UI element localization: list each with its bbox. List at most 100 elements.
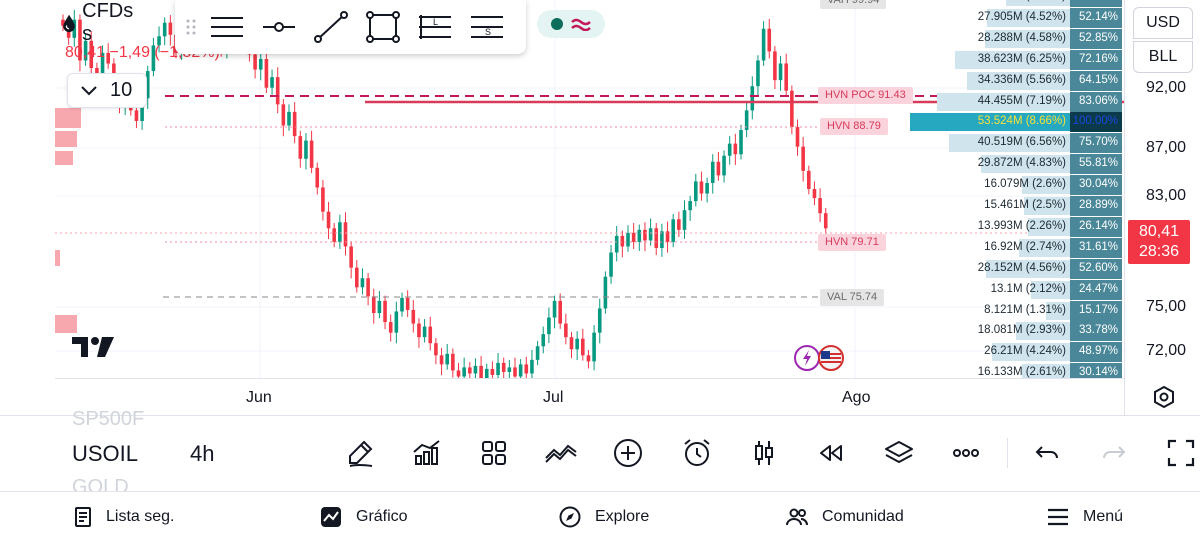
candle-body — [304, 140, 308, 159]
dot-icon — [551, 18, 563, 30]
rectangle-tool-button[interactable] — [357, 5, 409, 49]
volume-profile: 25.709M (4.17%) 40.10% 27.905M (4.52%) 52.1… — [907, 0, 1122, 378]
drag-handle-icon[interactable] — [181, 12, 201, 42]
candle-body — [558, 300, 562, 324]
compass-icon — [559, 506, 581, 527]
currency-selector[interactable]: USD — [1133, 7, 1193, 39]
interval-selector[interactable]: 10 — [67, 73, 147, 108]
candle-body — [281, 104, 286, 126]
candle-body — [654, 228, 659, 248]
candle-body — [609, 252, 613, 277]
event-icons[interactable] — [793, 344, 851, 372]
chart-settings-button[interactable] — [1150, 383, 1178, 411]
people-icon — [786, 508, 808, 525]
alert-button[interactable] — [680, 436, 714, 470]
volume-percent: 33.78% — [1078, 324, 1118, 337]
unit-selector[interactable]: BLL — [1133, 41, 1193, 73]
candle-body — [699, 181, 704, 194]
volume-profile-row: 16.92M (2.74%) 31.61% — [907, 237, 1122, 258]
candle-body — [366, 278, 370, 297]
price-label: 72,00 — [1145, 342, 1186, 359]
nav-chart-label: Gráfico — [356, 507, 408, 525]
candle-body — [507, 367, 512, 372]
symbol-title[interactable]: CFDs s — [60, 0, 137, 45]
trend-line-tool-button[interactable] — [305, 5, 357, 49]
volume-value: 44.455M (7.19%) — [977, 94, 1066, 107]
volume-percent: 30.14% — [1078, 366, 1118, 378]
candle-body — [309, 140, 314, 168]
short-position-tool-button[interactable]: S — [461, 5, 513, 49]
nav-watchlist[interactable]: Lista seg. — [74, 492, 174, 540]
volume-value: 25.709M (4.17%) — [978, 0, 1066, 2]
candle-body — [575, 338, 579, 350]
indicators-button[interactable] — [410, 436, 444, 470]
symbol-prev[interactable]: SP500F — [72, 408, 144, 431]
nav-watchlist-label: Lista seg. — [106, 507, 175, 525]
short-position-icon: S — [471, 16, 503, 38]
candle-body — [275, 77, 280, 105]
chart-type-button[interactable] — [747, 436, 781, 470]
add-button[interactable] — [611, 436, 645, 470]
replay-button[interactable] — [814, 436, 848, 470]
candle-body — [603, 276, 608, 309]
candle-body — [761, 28, 766, 61]
candle-body — [620, 235, 625, 247]
volume-profile-row: 28.152M (4.56%) 52.60% — [907, 258, 1122, 279]
candle-body — [773, 51, 777, 81]
drawing-tools-button[interactable] — [344, 436, 378, 470]
candle-body — [812, 189, 817, 199]
chart-icon — [321, 506, 341, 527]
nav-chart[interactable]: Gráfico — [320, 492, 408, 540]
volume-percent: 100.00% — [1072, 115, 1118, 128]
candle-body — [355, 267, 359, 288]
time-axis[interactable]: Jun Jul Ago — [55, 378, 1124, 415]
volume-profile-row: 44.455M (7.19%) 83.06% — [907, 91, 1122, 112]
candle-body — [496, 362, 500, 375]
long-position-icon: L — [419, 15, 451, 39]
nav-menu[interactable]: Menú — [1047, 492, 1123, 540]
candle-body — [405, 297, 410, 310]
volume-percent: 40.10% — [1079, 0, 1118, 2]
volume-value: 18.081M (2.93%) — [977, 324, 1066, 337]
more-button[interactable] — [949, 436, 983, 470]
compare-icon — [545, 444, 577, 463]
volume-percent: 55.81% — [1078, 157, 1118, 170]
nav-community[interactable]: Comunidad — [786, 492, 904, 540]
long-position-tool-button[interactable]: L — [409, 5, 461, 49]
volume-percent: 24.47% — [1078, 282, 1118, 295]
nav-explore[interactable]: Explore — [559, 492, 649, 540]
timeframe-current[interactable]: 4h — [190, 441, 214, 467]
parallel-lines-tool-button[interactable] — [201, 5, 253, 49]
pen-icon — [349, 440, 373, 467]
symbol-current[interactable]: USOIL — [72, 441, 138, 467]
candle-body — [270, 77, 274, 88]
flag-icon[interactable] — [793, 344, 851, 372]
candle-body — [388, 322, 393, 333]
candle-body — [326, 211, 331, 229]
last-price-value: 80,41 — [1138, 223, 1180, 240]
indicator-status-pill[interactable] — [537, 10, 605, 38]
candles-icon — [755, 441, 773, 465]
undo-button[interactable] — [1030, 436, 1064, 470]
volume-value: 38.623M (6.25%) — [977, 52, 1066, 65]
candle-body — [383, 300, 387, 323]
rectangle-icon — [366, 11, 400, 43]
candle-body — [428, 326, 433, 344]
candle-body — [569, 337, 574, 350]
candle-body — [417, 323, 421, 338]
candle-body — [778, 63, 783, 81]
bottom-navigation: Lista seg. Gráfico Explore Comunidad Men… — [0, 491, 1200, 540]
candle-body — [592, 332, 596, 362]
horizontal-ray-tool-button[interactable] — [253, 5, 305, 49]
compare-button[interactable] — [544, 436, 578, 470]
redo-button[interactable] — [1097, 436, 1131, 470]
objects-tree-button[interactable] — [882, 436, 916, 470]
candle-body — [631, 232, 636, 242]
volume-profile-row: 28.288M (4.58%) 52.85% — [907, 28, 1122, 49]
candle-body — [484, 368, 489, 378]
bar-marker — [55, 108, 81, 128]
layouts-button[interactable] — [477, 436, 511, 470]
candle-body — [473, 365, 478, 374]
volume-profile-row: 27.905M (4.52%) 52.14% — [907, 7, 1122, 28]
fullscreen-button[interactable] — [1164, 436, 1198, 470]
